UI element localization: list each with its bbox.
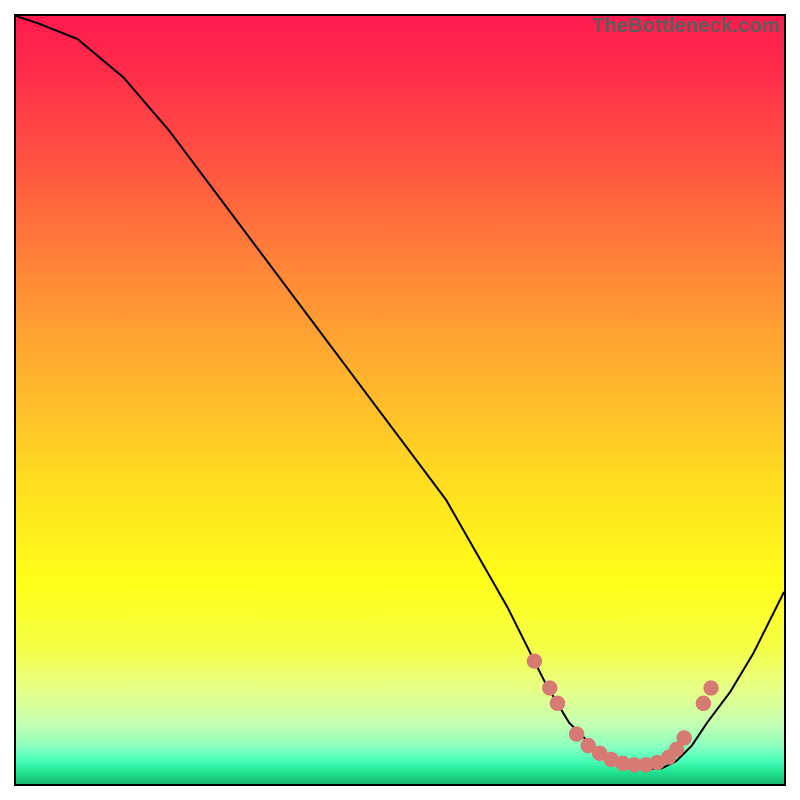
bottleneck-chart-svg <box>16 16 784 784</box>
data-marker <box>527 653 542 668</box>
chart-inner: TheBottleneck.com <box>16 16 784 784</box>
data-marker <box>569 726 584 741</box>
data-marker <box>542 680 557 695</box>
bottleneck-curve <box>16 16 784 769</box>
data-marker <box>703 680 718 695</box>
watermark-text: TheBottleneck.com <box>592 15 780 38</box>
data-marker <box>550 696 565 711</box>
data-marker <box>696 696 711 711</box>
data-marker <box>676 730 691 745</box>
chart-frame: TheBottleneck.com <box>14 14 786 786</box>
